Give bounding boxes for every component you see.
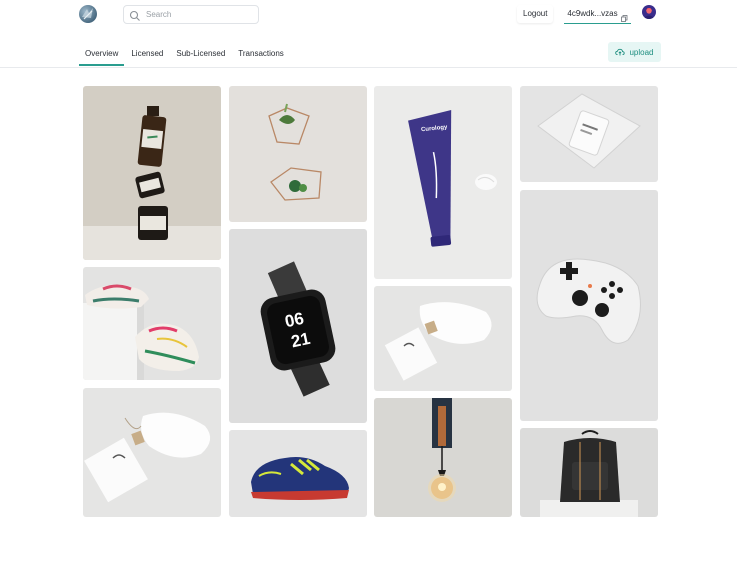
- tab-bar: Overview Licensed Sub-Licensed Transacti…: [79, 42, 290, 66]
- upload-label: upload: [629, 47, 654, 57]
- tab-overview[interactable]: Overview: [79, 42, 125, 66]
- logout-button[interactable]: Logout: [517, 5, 554, 23]
- gallery-item-sneakers[interactable]: [83, 267, 221, 380]
- product-image: [428, 398, 456, 502]
- wallet-address: 4c9wdk...vzas: [567, 9, 618, 18]
- cloud-upload-icon: [615, 47, 626, 57]
- gallery-item-pouch-card[interactable]: [83, 388, 221, 517]
- tab-sub-licensed[interactable]: Sub-Licensed: [170, 42, 231, 66]
- search-input[interactable]: [146, 10, 251, 19]
- gallery-item-curology-tube[interactable]: Curology: [374, 86, 512, 279]
- product-image: [251, 457, 349, 500]
- logo[interactable]: [79, 5, 97, 23]
- search-box[interactable]: [123, 5, 259, 24]
- product-image: [384, 302, 492, 381]
- product-image: [84, 412, 211, 503]
- tab-transactions[interactable]: Transactions: [232, 42, 290, 66]
- upload-button[interactable]: upload: [608, 42, 661, 62]
- product-image: [536, 258, 641, 344]
- gallery-item-soccer-shoe[interactable]: [229, 430, 367, 517]
- product-image: Curology: [408, 110, 497, 247]
- gallery-item-game-controller[interactable]: [520, 190, 658, 421]
- gallery-item-glass-box[interactable]: [520, 86, 658, 182]
- tab-licensed[interactable]: Licensed: [125, 42, 169, 66]
- product-image: [540, 430, 638, 517]
- gallery-item-bottle-stack[interactable]: [83, 86, 221, 260]
- product-image: [83, 284, 199, 380]
- gallery-item-planters[interactable]: [229, 86, 367, 222]
- product-image: [537, 93, 641, 169]
- search-icon: [129, 9, 141, 21]
- top-bar: Logout 4c9wdk...vzas Overview Licensed S…: [0, 0, 737, 68]
- gallery-item-bulb-lamp[interactable]: [374, 398, 512, 517]
- copy-icon[interactable]: [620, 11, 628, 22]
- gallery-item-backpack[interactable]: [520, 428, 658, 517]
- product-image: 06 21: [260, 261, 336, 397]
- avatar[interactable]: [642, 5, 656, 19]
- gallery-item-smartwatch[interactable]: 06 21: [229, 229, 367, 423]
- wallet-address-button[interactable]: 4c9wdk...vzas: [564, 5, 631, 24]
- product-image: [268, 103, 322, 201]
- watch-minutes: 21: [289, 329, 311, 352]
- gallery-item-pouch-card-2[interactable]: [374, 286, 512, 391]
- watch-hours: 06: [283, 309, 305, 332]
- product-image: [83, 106, 221, 260]
